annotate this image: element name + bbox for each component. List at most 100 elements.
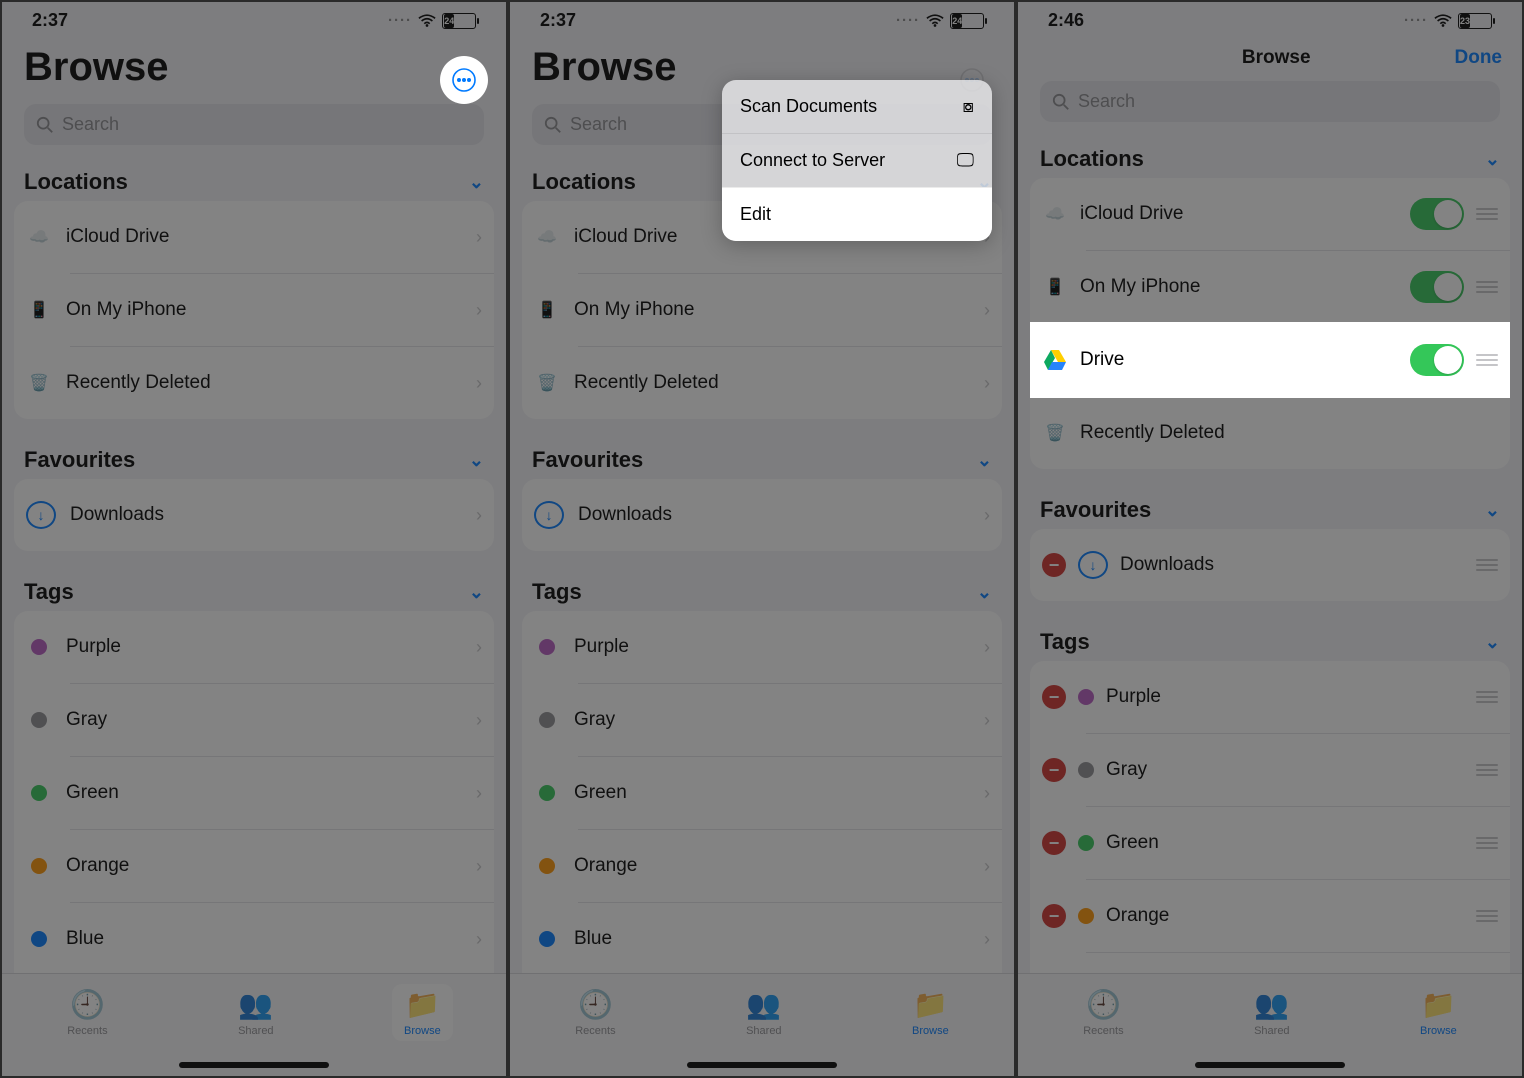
section-favourites[interactable]: Favourites⌄ xyxy=(1018,487,1522,529)
tag-dot-icon xyxy=(31,712,47,728)
location-recently-deleted[interactable]: 🗑️Recently Deleted› xyxy=(522,347,1002,419)
tag-gray[interactable]: Gray› xyxy=(14,684,494,756)
drag-handle-icon[interactable] xyxy=(1476,559,1498,571)
tab-recents[interactable]: 🕘Recents xyxy=(1071,984,1135,1041)
location-on-my-iphone[interactable]: 📱On My iPhone› xyxy=(14,274,494,346)
remove-button[interactable]: − xyxy=(1042,831,1066,855)
section-tags[interactable]: Tags⌄ xyxy=(510,569,1014,611)
location-icloud[interactable]: ☁️iCloud Drive› xyxy=(14,201,494,273)
drag-handle-icon[interactable] xyxy=(1476,281,1498,293)
chevron-down-icon: ⌄ xyxy=(469,582,484,603)
tab-recents[interactable]: 🕘Recents xyxy=(563,984,627,1041)
chevron-down-icon: ⌄ xyxy=(977,450,992,471)
location-drive-edit: Drive xyxy=(1030,324,1510,396)
menu-edit[interactable]: Edit xyxy=(722,187,992,241)
search-placeholder: Search xyxy=(1078,91,1135,112)
location-recently-deleted-edit: 🗑️Recently Deleted xyxy=(1030,397,1510,469)
search-icon xyxy=(544,116,562,134)
scan-icon: ⧇ xyxy=(963,96,974,117)
tag-gray[interactable]: Gray› xyxy=(522,684,1002,756)
menu-connect-server[interactable]: Connect to Server🖵 xyxy=(722,133,992,187)
done-button[interactable]: Done xyxy=(1455,47,1503,69)
tag-gray-edit: −Gray xyxy=(1030,734,1510,806)
screen-context-menu: 2:37 ···· 24 Browse Search Locations⌄ ☁️… xyxy=(508,0,1016,1078)
drag-handle-icon[interactable] xyxy=(1476,691,1498,703)
tag-blue[interactable]: Blue› xyxy=(522,903,1002,975)
tag-orange[interactable]: Orange› xyxy=(522,830,1002,902)
section-tags[interactable]: Tags⌄ xyxy=(2,569,506,611)
tab-shared[interactable]: 👥Shared xyxy=(226,984,285,1041)
tag-green[interactable]: Green› xyxy=(14,757,494,829)
remove-button[interactable]: − xyxy=(1042,758,1066,782)
toggle-icloud[interactable] xyxy=(1410,198,1464,230)
search-input[interactable]: Search xyxy=(1040,81,1500,122)
section-tags[interactable]: Tags⌄ xyxy=(1018,619,1522,661)
chevron-down-icon: ⌄ xyxy=(977,582,992,603)
search-input[interactable]: Search xyxy=(24,104,484,145)
folder-icon: 📁 xyxy=(1421,988,1456,1021)
home-indicator[interactable] xyxy=(179,1062,329,1068)
home-indicator[interactable] xyxy=(687,1062,837,1068)
tab-shared[interactable]: 👥Shared xyxy=(734,984,793,1041)
sim-dots: ···· xyxy=(896,12,920,29)
search-placeholder: Search xyxy=(62,114,119,135)
tag-dot-icon xyxy=(1078,835,1094,851)
icloud-icon: ☁️ xyxy=(1042,204,1068,224)
location-recently-deleted[interactable]: 🗑️Recently Deleted› xyxy=(14,347,494,419)
tag-blue[interactable]: Blue› xyxy=(14,903,494,975)
chevron-down-icon: ⌄ xyxy=(1485,632,1500,653)
more-button[interactable] xyxy=(444,60,484,100)
download-icon: ↓ xyxy=(1078,551,1108,579)
section-favourites[interactable]: Favourites⌄ xyxy=(510,437,1014,479)
section-locations[interactable]: Locations⌄ xyxy=(1018,136,1522,178)
tag-green[interactable]: Green› xyxy=(522,757,1002,829)
tag-dot-icon xyxy=(31,858,47,874)
tab-recents[interactable]: 🕘Recents xyxy=(55,984,119,1041)
tab-browse[interactable]: 📁Browse xyxy=(392,984,453,1041)
icloud-icon: ☁️ xyxy=(534,227,560,247)
tag-orange[interactable]: Orange› xyxy=(14,830,494,902)
drag-handle-icon[interactable] xyxy=(1476,764,1498,776)
toggle-drive[interactable] xyxy=(1410,344,1464,376)
remove-button[interactable]: − xyxy=(1042,685,1066,709)
tag-purple-edit: −Purple xyxy=(1030,661,1510,733)
favourites-list: ↓Downloads› xyxy=(14,479,494,551)
favourite-downloads[interactable]: ↓Downloads› xyxy=(14,479,494,551)
tag-dot-icon xyxy=(539,858,555,874)
remove-button[interactable]: − xyxy=(1042,904,1066,928)
nav-title: Browse xyxy=(1098,47,1455,69)
tab-browse[interactable]: 📁Browse xyxy=(1408,984,1469,1041)
drag-handle-icon[interactable] xyxy=(1476,910,1498,922)
tab-shared[interactable]: 👥Shared xyxy=(1242,984,1301,1041)
section-favourites[interactable]: Favourites⌄ xyxy=(2,437,506,479)
icloud-icon: ☁️ xyxy=(26,227,52,247)
menu-scan-documents[interactable]: Scan Documents⧇ xyxy=(722,80,992,133)
folder-shared-icon: 👥 xyxy=(1254,988,1289,1021)
sim-dots: ···· xyxy=(1404,12,1428,29)
clock-icon: 🕘 xyxy=(70,988,105,1021)
location-on-my-iphone[interactable]: 📱On My iPhone› xyxy=(522,274,1002,346)
status-right: ···· 24 xyxy=(896,12,984,29)
folder-shared-icon: 👥 xyxy=(746,988,781,1021)
tag-dot-icon xyxy=(31,639,47,655)
status-right: ···· 24 xyxy=(388,12,476,29)
tab-browse[interactable]: 📁Browse xyxy=(900,984,961,1041)
tag-purple[interactable]: Purple› xyxy=(14,611,494,683)
server-icon: 🖵 xyxy=(957,150,974,171)
section-locations[interactable]: Locations⌄ xyxy=(2,159,506,201)
iphone-icon: 📱 xyxy=(26,300,52,320)
search-placeholder: Search xyxy=(570,114,627,135)
clock: 2:46 xyxy=(1048,10,1084,31)
toggle-on-my-iphone[interactable] xyxy=(1410,271,1464,303)
status-bar: 2:37 ···· 24 xyxy=(510,2,1014,35)
drag-handle-icon[interactable] xyxy=(1476,354,1498,366)
home-indicator[interactable] xyxy=(1195,1062,1345,1068)
drag-handle-icon[interactable] xyxy=(1476,208,1498,220)
drag-handle-icon[interactable] xyxy=(1476,837,1498,849)
tag-purple[interactable]: Purple› xyxy=(522,611,1002,683)
context-menu: Scan Documents⧇ Connect to Server🖵 Edit xyxy=(722,80,992,241)
folder-icon: 📁 xyxy=(913,988,948,1021)
favourite-downloads[interactable]: ↓Downloads› xyxy=(522,479,1002,551)
remove-button[interactable]: − xyxy=(1042,553,1066,577)
chevron-right-icon: › xyxy=(476,373,482,394)
